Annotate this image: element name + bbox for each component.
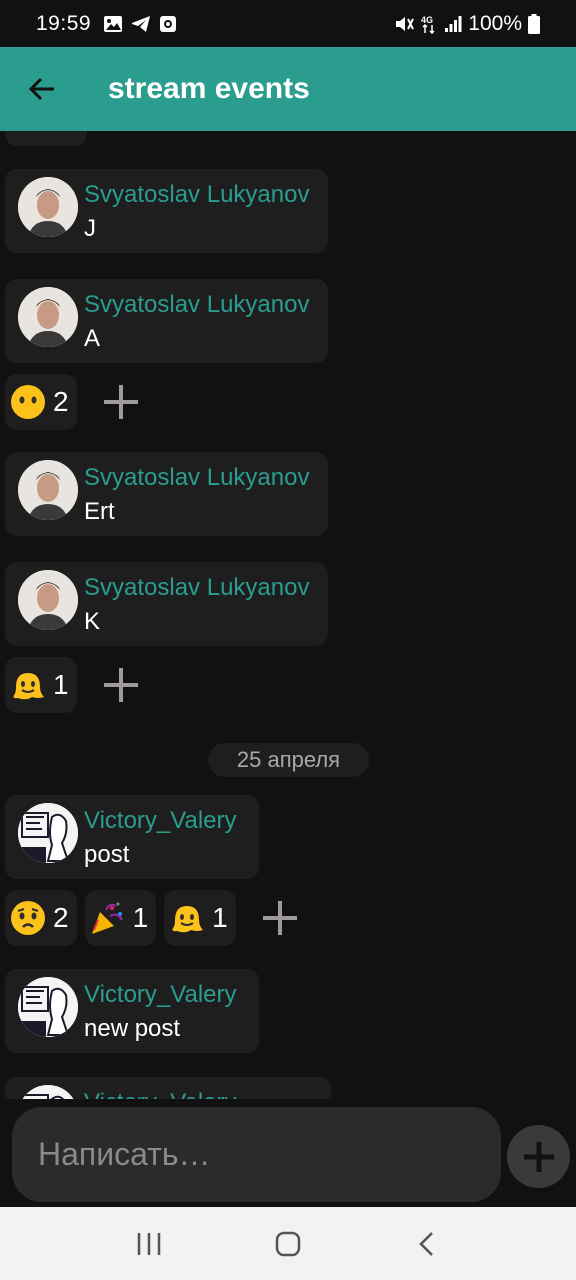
- message-author[interactable]: Victory_Valery: [84, 1089, 237, 1099]
- home-button[interactable]: [258, 1214, 318, 1274]
- worried-face-icon: [9, 899, 47, 937]
- add-reaction-button[interactable]: [93, 374, 149, 430]
- avatar[interactable]: [18, 803, 78, 863]
- message-bubble[interactable]: Svyatoslav Lukyanov J: [5, 169, 328, 253]
- message-text: Ert: [84, 498, 115, 525]
- reaction-count: 1: [132, 902, 149, 933]
- plus-icon: [103, 668, 138, 702]
- melting-face-icon: [168, 899, 206, 937]
- message-author[interactable]: Svyatoslav Lukyanov: [84, 464, 309, 492]
- reaction-row-partial: [5, 131, 87, 147]
- arrow-left-icon: [28, 77, 54, 101]
- message-bubble[interactable]: Svyatoslav Lukyanov K: [5, 562, 328, 646]
- plus-icon: [262, 901, 297, 935]
- message-list[interactable]: Svyatoslav Lukyanov J Svyatoslav Lukyano…: [0, 131, 576, 1099]
- message-text: J: [84, 215, 96, 242]
- status-time: 19:59: [36, 11, 92, 35]
- attach-button[interactable]: [507, 1125, 570, 1188]
- telegram-icon: [132, 15, 151, 32]
- plus-icon: [103, 385, 138, 419]
- avatar[interactable]: [18, 1085, 78, 1099]
- app-bar: stream events: [0, 47, 576, 131]
- melting-face-icon: [9, 666, 47, 704]
- message-author[interactable]: Svyatoslav Lukyanov: [84, 574, 309, 602]
- signal-icon: [445, 15, 462, 32]
- message-bubble[interactable]: Victory_Valery: [5, 1077, 331, 1099]
- reaction-chip[interactable]: 1: [164, 890, 236, 946]
- add-reaction-button[interactable]: [252, 890, 308, 946]
- add-reaction-button[interactable]: [93, 657, 149, 713]
- message-author[interactable]: Svyatoslav Lukyanov: [84, 181, 309, 209]
- message-bubble[interactable]: Victory_Valery post: [5, 795, 259, 879]
- reaction-count: 1: [53, 669, 69, 700]
- reaction-chip[interactable]: 1: [84, 890, 157, 946]
- neutral-face-icon: [9, 383, 47, 421]
- composer-bar: Написать…: [0, 1099, 576, 1207]
- reaction-chip[interactable]: 2: [5, 890, 77, 946]
- message-bubble[interactable]: Svyatoslav Lukyanov Ert: [5, 452, 328, 536]
- battery-percent: 100%: [468, 11, 522, 35]
- recents-button[interactable]: [119, 1214, 179, 1274]
- reaction-count: 1: [212, 902, 228, 933]
- message-author[interactable]: Svyatoslav Lukyanov: [84, 291, 309, 319]
- status-icons-left: [103, 15, 177, 33]
- reaction-row: 2 1 1: [5, 889, 308, 947]
- status-icons-right: 4G 100%: [394, 12, 540, 36]
- avatar[interactable]: [18, 570, 78, 630]
- message-text: new post: [84, 1015, 181, 1042]
- avatar[interactable]: [18, 287, 78, 347]
- message-text: A: [84, 325, 101, 352]
- party-popper-icon: [89, 899, 127, 937]
- reaction-chip[interactable]: 2: [5, 374, 77, 430]
- reaction-count: 2: [53, 902, 69, 933]
- plus-icon: [523, 1141, 554, 1172]
- reaction-row: 1: [5, 656, 149, 714]
- reaction-chip[interactable]: 1: [5, 657, 77, 713]
- page-title: stream events: [108, 72, 310, 105]
- avatar[interactable]: [18, 460, 78, 520]
- recents-icon: [138, 1232, 161, 1255]
- message-input-placeholder: Написать…: [38, 1136, 211, 1172]
- message-author[interactable]: Victory_Valery: [84, 807, 237, 835]
- message-bubble[interactable]: Victory_Valery new post: [5, 969, 259, 1053]
- record-icon: [160, 15, 177, 32]
- back-button[interactable]: [0, 47, 84, 131]
- date-separator: 25 апреля: [208, 743, 369, 777]
- image-icon: [104, 15, 123, 32]
- message-input[interactable]: Написать…: [12, 1107, 501, 1202]
- avatar[interactable]: [18, 977, 78, 1037]
- system-nav-bar: [0, 1207, 576, 1280]
- back-icon: [418, 1231, 433, 1256]
- reaction-row: 2: [5, 373, 149, 431]
- reaction-chip-partial[interactable]: [5, 131, 87, 146]
- message-text: post: [84, 841, 130, 868]
- reaction-count: 2: [53, 386, 69, 417]
- status-bar: 19:59 4G 100%: [0, 0, 576, 47]
- message-text: K: [84, 608, 101, 635]
- message-bubble[interactable]: Svyatoslav Lukyanov A: [5, 279, 328, 363]
- home-icon: [275, 1231, 301, 1256]
- battery-icon: [528, 13, 540, 34]
- nav-back-button[interactable]: [397, 1214, 457, 1274]
- svg-text:4G: 4G: [421, 15, 433, 25]
- 4g-icon: 4G: [421, 15, 435, 34]
- mute-icon: [396, 16, 415, 31]
- message-author[interactable]: Victory_Valery: [84, 981, 237, 1009]
- avatar[interactable]: [18, 177, 78, 237]
